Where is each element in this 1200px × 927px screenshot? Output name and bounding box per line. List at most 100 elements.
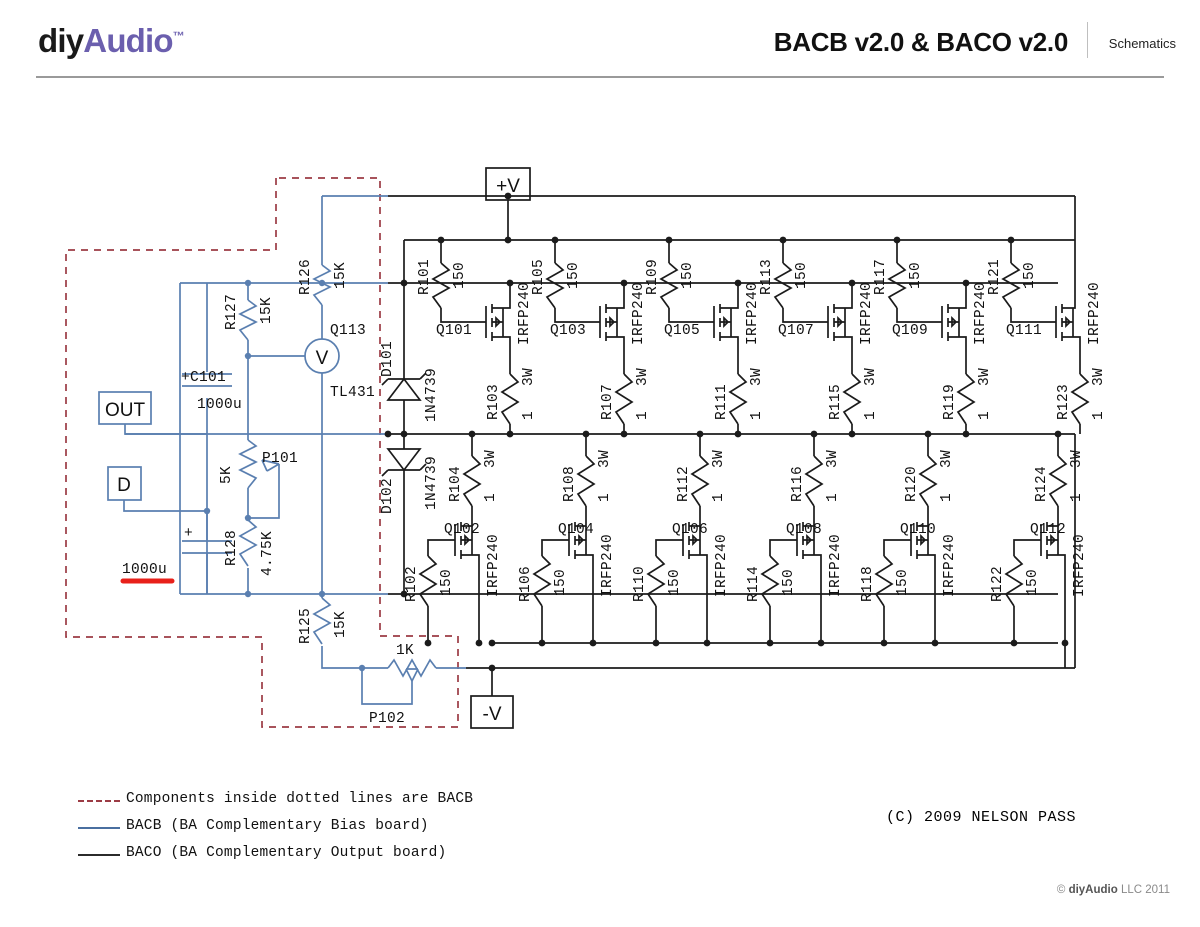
resistor-body-src-top [1070, 373, 1090, 425]
junction-dot [1061, 639, 1069, 647]
label-top-src-res-value: 1 [1091, 411, 1107, 420]
wire-gate-to-res-bot [883, 539, 911, 556]
resistor-body-gate-bot [646, 555, 666, 607]
terminal-out-label: OUT [105, 400, 146, 421]
mosfet-source-lead-bot [575, 554, 594, 643]
mosfet-source-lead-top [720, 336, 739, 352]
mosfet-body-arrow-top [834, 315, 845, 329]
legend-label: Components inside dotted lines are BACB [126, 791, 474, 807]
resistor-body-gate-bot [874, 555, 894, 607]
legend-label: BACB (BA Complementary Bias board) [126, 818, 429, 834]
wire-gate-res-to-gate [440, 308, 486, 323]
label-bot-src-res-power: 3W [1069, 450, 1085, 468]
label-cap2-value: 1000u [122, 562, 167, 578]
junction-dot [810, 430, 818, 438]
resistor-body-src-bot [804, 455, 824, 507]
legend-swatch-solid-blue [78, 827, 120, 829]
junction-dot [551, 236, 559, 244]
label-r128-ref: R128 [224, 530, 240, 566]
junction-dot [924, 430, 932, 438]
mosfet-source-lead-top [948, 336, 967, 352]
junction-dot [734, 279, 742, 287]
label-bot-gate-res-ref: R122 [990, 566, 1006, 602]
label-top-gate-res-ref: R101 [417, 259, 433, 295]
mosfet-drain-lead-top [606, 283, 625, 309]
schematic-page: diyAudio™ BACB v2.0 & BACO v2.0 Schemati… [0, 0, 1200, 927]
copyright-symbol: © [1056, 884, 1066, 896]
junction-dot [880, 639, 888, 647]
output-column: R121 150 Q111 IRFP240 R123 1 3W R124 1 3… [987, 236, 1107, 668]
wire-r125-bottom [321, 646, 362, 669]
label-bot-src-res-value: 1 [939, 493, 955, 502]
resistor-body-gate-bot [418, 555, 438, 607]
label-bot-mosfet-part: IRFP240 [486, 534, 502, 597]
label-bot-gate-res-value: 150 [553, 569, 569, 596]
junction-dot [468, 430, 476, 438]
label-top-src-res-ref: R123 [1056, 384, 1072, 420]
label-top-src-res-ref: R103 [486, 384, 502, 420]
mosfet-source-lead-bot [803, 554, 822, 643]
label-r126-value: 15K [333, 262, 349, 289]
junction-dot [1007, 236, 1015, 244]
circuit-schematic: V R126 15K R127 15K Q113 TL431 +C101 100… [65, 167, 1107, 729]
label-q113-part: TL431 [330, 385, 375, 401]
label-top-src-res-power: 3W [863, 368, 879, 386]
label-top-src-res-value: 1 [977, 411, 993, 420]
label-top-gate-res-ref: R109 [645, 259, 661, 295]
label-top-mosfet-ref: Q109 [892, 323, 928, 339]
label-top-gate-res-value: 150 [566, 262, 582, 289]
resistor-r127-body [238, 299, 258, 341]
wire-gate-to-res-bot [1013, 539, 1041, 556]
resistor-body-src-bot [690, 455, 710, 507]
junction-dot [506, 430, 514, 438]
label-bot-mosfet-ref: Q112 [1030, 522, 1066, 538]
junction-dot [504, 192, 512, 200]
potentiometer-p101-body [238, 439, 258, 489]
label-r126-ref: R126 [298, 259, 314, 295]
mosfet-body-arrow-top [492, 315, 503, 329]
resistor-body-gate-top [1001, 262, 1021, 309]
label-p101-ref: P101 [262, 451, 298, 467]
label-bot-mosfet-part: IRFP240 [714, 534, 730, 597]
wire-gate-res-to-gate [896, 308, 942, 323]
label-bot-gate-res-value: 150 [895, 569, 911, 596]
wire-gate-res-to-gate [1010, 308, 1056, 323]
label-bot-mosfet-part: IRFP240 [828, 534, 844, 597]
mosfet-body-arrow-top [1062, 315, 1073, 329]
resistor-body-src-top [956, 373, 976, 425]
mosfet-source-lead-bot [1047, 554, 1066, 668]
label-r125-ref: R125 [298, 608, 314, 644]
mosfet-drain-lead-top [720, 283, 739, 309]
junction-dot [400, 279, 408, 287]
label-c101-value: 1000u [197, 397, 242, 413]
label-r125-value: 15K [333, 611, 349, 638]
label-bot-src-res-value: 1 [1069, 493, 1085, 502]
terminal-minus-v-label: -V [483, 704, 502, 725]
label-q113-ref: Q113 [330, 323, 366, 339]
label-bot-src-res-value: 1 [711, 493, 727, 502]
label-r127-ref: R127 [224, 294, 240, 330]
label-bot-mosfet-ref: Q110 [900, 522, 936, 538]
mosfet-body-arrow-top [948, 315, 959, 329]
resistor-r125-body [312, 597, 332, 645]
mosfet-source-lead-bot [689, 554, 708, 643]
junction-dot [620, 279, 628, 287]
label-top-gate-res-value: 150 [794, 262, 810, 289]
label-top-src-res-value: 1 [635, 411, 651, 420]
potentiometer-p102-body [387, 658, 437, 678]
resistor-r128-body [238, 519, 258, 567]
label-bot-src-res-ref: R112 [676, 466, 692, 502]
legend-label: BACO (BA Complementary Output board) [126, 845, 447, 861]
label-r128-value: 4.75K [260, 531, 276, 576]
junction-dot [203, 507, 211, 515]
label-bot-src-res-ref: R104 [448, 466, 464, 502]
junction-dot [734, 430, 742, 438]
copyright-notice: (C) 2009 NELSON PASS [886, 809, 1077, 826]
label-bot-src-res-value: 1 [597, 493, 613, 502]
mosfet-source-lead-top [606, 336, 625, 352]
label-bot-gate-res-ref: R110 [632, 566, 648, 602]
label-bot-src-res-power: 3W [597, 450, 613, 468]
junction-dot [893, 236, 901, 244]
mosfet-source-lead-top [492, 336, 511, 352]
label-top-mosfet-part: IRFP240 [1087, 282, 1103, 345]
